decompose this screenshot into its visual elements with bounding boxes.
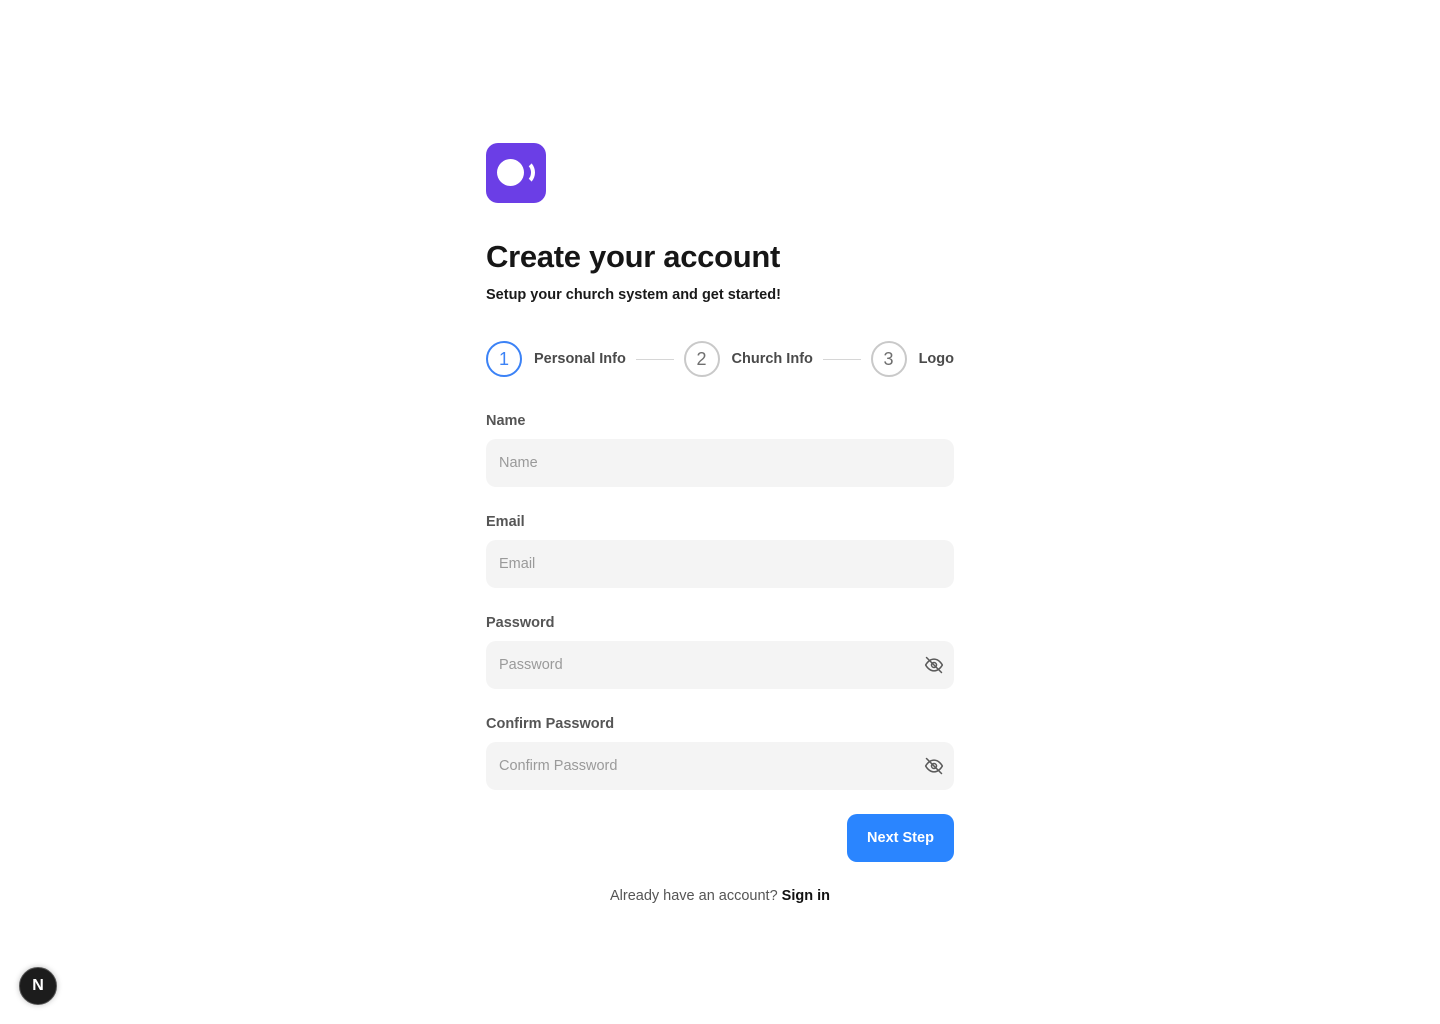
email-input[interactable] [486,540,954,588]
stepper: 1 Personal Info 2 Church Info 3 Logo [486,341,954,377]
form-actions: Next Step [486,814,954,862]
step-1-label: Personal Info [534,351,626,367]
name-input[interactable] [486,439,954,487]
name-label: Name [486,413,526,429]
confirm-password-input-wrapper [486,742,954,790]
password-input-wrapper [486,641,954,689]
step-connector [635,358,674,360]
page-title: Create your account [486,239,781,274]
name-input-wrapper [486,439,954,487]
logo-arc-shape [513,160,535,185]
name-field-group: Name [486,411,954,487]
confirm-password-field-group: Confirm Password [486,714,954,790]
email-input-wrapper [486,540,954,588]
confirm-password-label: Confirm Password [486,716,615,732]
signup-page: Create your account Setup your church sy… [0,0,1440,1024]
app-logo [486,143,546,203]
password-field-group: Password [486,613,954,689]
signin-prompt-text: Already have an account? [609,888,778,904]
signin-prompt-row: Already have an account? Sign in [486,888,954,904]
signup-form: Name Email Password [486,411,954,790]
step-2-indicator[interactable]: 2 [683,341,720,377]
page-subtitle: Setup your church system and get started… [486,287,781,303]
next-step-button[interactable]: Next Step [847,814,954,862]
email-label: Email [486,514,525,530]
password-input[interactable] [486,641,954,689]
email-field-group: Email [486,512,954,588]
eye-off-icon[interactable] [924,756,944,776]
password-label: Password [486,615,555,631]
step-connector [822,358,861,360]
devtools-badge-button[interactable]: N [19,967,57,1005]
eye-off-icon[interactable] [924,655,944,675]
step-1-indicator[interactable]: 1 [486,341,522,377]
confirm-password-input[interactable] [486,742,954,790]
step-2-label: Church Info [731,351,813,367]
signin-link[interactable]: Sign in [782,888,830,904]
step-3-indicator[interactable]: 3 [870,341,907,377]
step-3-label: Logo [918,351,954,367]
signup-card: Create your account Setup your church sy… [486,143,954,904]
